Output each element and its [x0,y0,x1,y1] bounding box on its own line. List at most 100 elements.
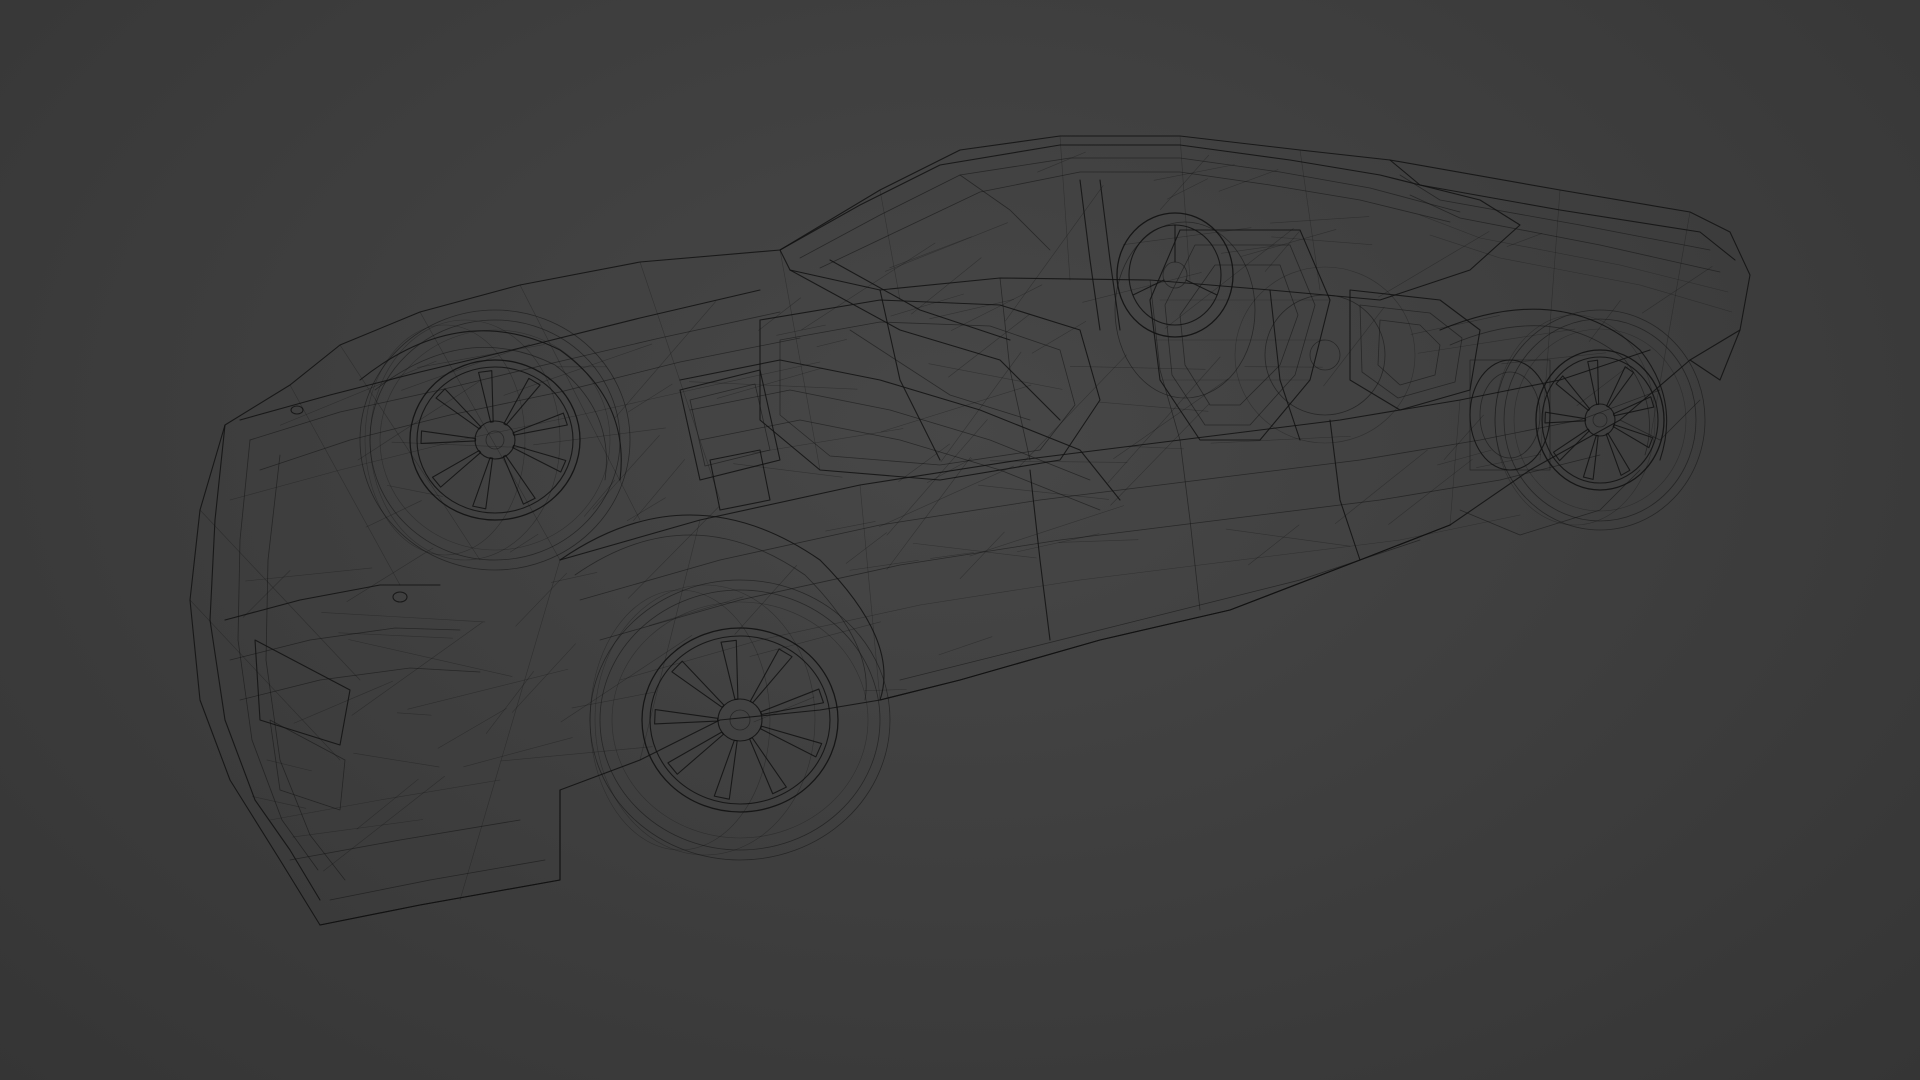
wheel-spoke [512,444,567,473]
wheel-spoke [1587,359,1600,406]
mesh-edge [500,746,653,762]
wheel-spoke [431,450,482,488]
mesh-edge [951,284,1043,331]
mesh-edge [1270,216,1370,224]
mesh-edge [437,708,507,749]
wheel-spoke [713,739,738,800]
mesh-edge [1443,414,1484,460]
mesh-edge [1098,401,1209,412]
mesh-edge [1166,178,1208,200]
mesh-edge [338,632,454,639]
mesh-edge [898,443,950,482]
mesh-edge [515,572,567,627]
mesh-edge [885,222,1008,272]
mesh-edge [959,531,1005,579]
mesh-edge [627,383,673,413]
mesh-edge [407,668,569,710]
mesh-edge [816,339,847,347]
wheel-spoke [503,377,541,426]
mesh-edge [926,458,973,483]
mesh-edge [845,532,887,564]
wheel-spoke [1544,411,1587,424]
mesh-edge [391,441,527,449]
mesh-edge [1110,403,1210,506]
mesh-edge [1241,229,1337,257]
mesh-edge [1506,233,1543,247]
mesh-edge [1244,366,1323,368]
mesh-edge [1082,272,1202,303]
mesh-edge [1417,328,1576,354]
wheel-spoke [478,370,494,423]
mesh-edge [511,643,576,713]
wheel-front-right [589,579,891,861]
mesh-edge [365,500,422,528]
wheel-front-left [359,309,631,571]
mesh-edge [1576,366,1629,406]
mesh-edge [592,435,660,510]
mesh-edge [245,567,373,582]
mesh-edge [1476,454,1541,469]
mesh-edge [879,465,1014,527]
wheel-spoke [472,457,494,510]
wheel-spoke [1612,424,1654,449]
mesh-edge [1128,446,1184,450]
mesh-edge [293,680,394,724]
mesh-edge [825,521,876,532]
mesh-density-lines [242,151,1713,872]
mesh-edge [776,324,826,336]
mesh-edge [346,547,434,602]
mesh-edge [689,381,858,390]
mesh-edge [912,542,1037,559]
mesh-edge [533,427,666,446]
wheel-spoke [502,454,536,505]
mesh-edge [930,552,974,559]
wheel-spoke [667,731,725,775]
mesh-edge [279,360,437,426]
mesh-edge [1225,528,1351,547]
mesh-edge [753,696,815,723]
mesh-edge [551,572,598,583]
mesh-edge [1248,524,1300,566]
wheel-spoke [654,709,719,725]
mesh-edge [734,565,797,635]
wheel-spoke [1555,375,1591,412]
mesh-edge [1018,354,1127,468]
mesh-edge [1388,459,1473,525]
mesh-edge [864,689,907,691]
wheel-rear-left [1234,266,1416,444]
mesh-edge [560,635,693,723]
wheel-rear-right [1469,309,1706,531]
mesh-edge [1218,169,1279,192]
mesh-edge [1031,321,1087,354]
3d-viewport[interactable] [0,0,1920,1080]
mesh-edge [749,621,881,657]
wheel-spoke [749,648,793,704]
mesh-edge [348,639,513,677]
wheel-spoke [671,660,725,708]
steering-wheel [1114,212,1256,399]
mesh-edge [1164,228,1294,329]
wheel-spoke [420,430,477,444]
car-body-shell [189,135,1751,926]
mesh-edge [357,381,480,461]
mesh-edge [1107,356,1221,484]
wheel-spoke [1552,428,1590,462]
mesh-edge [509,533,539,553]
mesh-edge [353,752,440,768]
mesh-edge [463,737,573,768]
mesh-edge [1378,231,1490,298]
car-wireframe-model[interactable] [0,0,1920,1080]
mesh-edge [251,796,307,809]
mesh-edge [969,505,1125,557]
wheel-spoke [1605,432,1631,476]
mesh-edge [628,506,720,599]
mesh-edge [1410,315,1500,335]
mesh-edge [266,759,312,772]
mesh-edge [615,301,716,418]
mesh-edge [396,712,432,716]
mesh-edge [889,236,972,269]
mesh-edge [1323,306,1385,387]
mesh-edge [633,459,685,521]
mesh-edge [485,671,534,734]
mesh-edge [321,612,486,623]
